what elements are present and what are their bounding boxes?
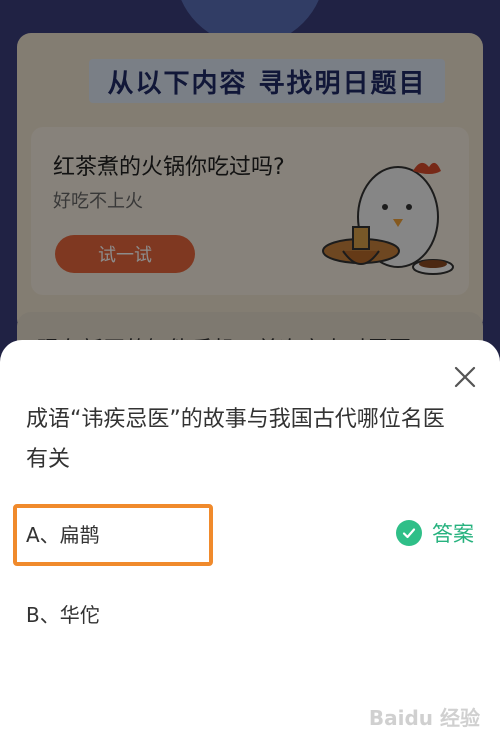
check-circle-icon	[396, 520, 422, 546]
answer-sheet: 成语“讳疾忌医”的故事与我国古代哪位名医有关 A、扁鹊 答案 B、华佗 Baid…	[0, 340, 500, 749]
baidu-watermark: Baidu 经验	[368, 706, 480, 730]
option-b[interactable]: B、华佗	[26, 588, 474, 638]
answer-label: 答案	[432, 522, 474, 546]
close-icon	[454, 366, 476, 388]
close-button[interactable]	[450, 362, 480, 392]
sheet-question: 成语“讳疾忌医”的故事与我国古代哪位名医有关	[26, 407, 445, 472]
highlight-box	[13, 504, 213, 566]
answer-badge: 答案	[396, 518, 474, 548]
option-b-label: B、华佗	[26, 602, 100, 627]
